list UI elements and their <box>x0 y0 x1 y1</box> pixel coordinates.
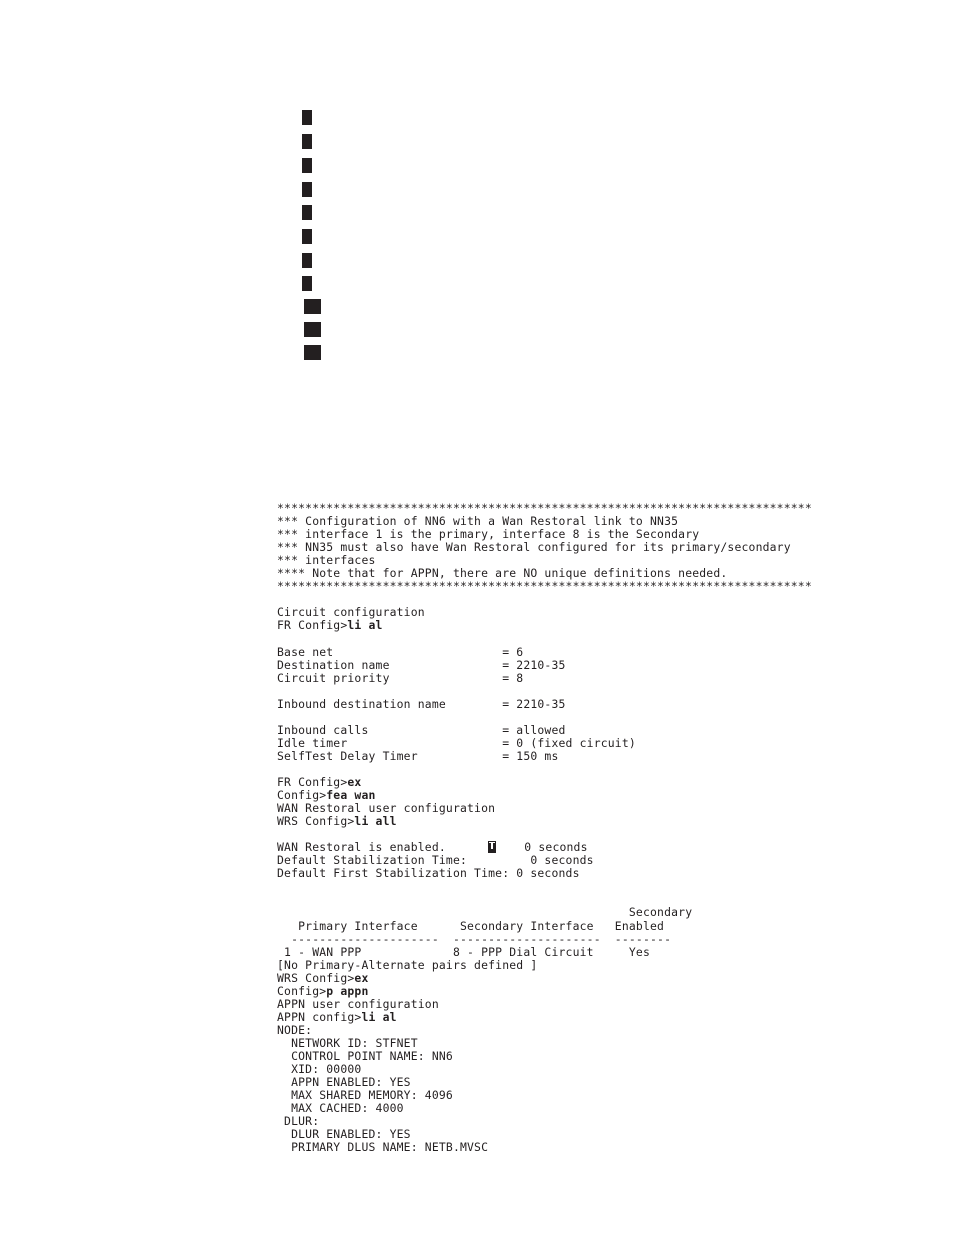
terminal-output-line: Idle timer = 0 (fixed circuit) <box>277 735 636 750</box>
terminal-output-line: [No Primary-Alternate pairs defined ] <box>277 957 538 972</box>
terminal-output-listing: ****************************************… <box>277 501 897 1155</box>
scan-artifact-block-icon <box>488 841 497 854</box>
terminal-prompt: WRS Config> <box>277 814 355 829</box>
terminal-text-trailing: 0 seconds <box>496 840 588 855</box>
terminal-typed-command: li al <box>361 1009 397 1024</box>
terminal-typed-command: fea wan <box>326 788 376 803</box>
scan-marker-block <box>302 158 312 173</box>
terminal-prompt: FR Config> <box>277 774 348 789</box>
terminal-prompt: FR Config> <box>277 618 348 633</box>
terminal-output-line: CONTROL POINT NAME: NN6 <box>277 1048 453 1063</box>
scan-marker-block <box>302 110 312 125</box>
terminal-command-line: WRS Config>ex <box>277 970 897 985</box>
terminal-output-line: --------------------- ------------------… <box>277 931 672 946</box>
terminal-typed-command: ex <box>354 970 369 985</box>
scan-marker-block <box>304 299 321 314</box>
terminal-output-line: Primary Interface Secondary Interface En… <box>277 918 665 933</box>
terminal-output-line: Destination name = 2210-35 <box>277 657 566 672</box>
terminal-output-line: Inbound calls = allowed <box>277 722 566 737</box>
scan-marker-block <box>302 229 312 244</box>
scan-marker-block <box>304 322 321 337</box>
terminal-typed-command: li al <box>347 618 383 633</box>
terminal-output-line: NODE: <box>277 1022 313 1037</box>
scan-marker-block <box>302 134 312 149</box>
terminal-typed-command: li all <box>354 814 397 829</box>
terminal-output-line: Circuit priority = 8 <box>277 670 524 685</box>
terminal-output-line: Inbound destination name = 2210-35 <box>277 696 566 711</box>
terminal-prompt: Config> <box>277 788 327 803</box>
terminal-prompt: Config> <box>277 983 327 998</box>
terminal-output-line: 1 - WAN PPP 8 - PPP Dial Circuit Yes <box>277 944 650 959</box>
terminal-command-line: FR Config>li al <box>277 619 897 632</box>
terminal-command-line: Config>p appn <box>277 983 897 998</box>
terminal-output-line: MAX CACHED: 4000 <box>277 1101 404 1116</box>
scan-marker-block <box>304 345 321 360</box>
scan-marker-block <box>302 276 312 291</box>
terminal-output-line: Default First Stabilization Time: 0 seco… <box>277 866 580 881</box>
terminal-output-line: SelfTest Delay Timer = 150 ms <box>277 748 559 763</box>
scan-marker-block <box>302 253 312 268</box>
scan-marker-column <box>0 0 954 400</box>
terminal-output-line: PRIMARY DLUS NAME: NETB.MVSC <box>277 1140 489 1155</box>
terminal-output-line: ****************************************… <box>277 579 812 594</box>
terminal-text: WAN Restoral is enabled. <box>277 840 489 855</box>
terminal-output-line: NETWORK ID: STFNET <box>277 1035 418 1050</box>
terminal-command-line: WRS Config>li all <box>277 815 897 828</box>
terminal-prompt: APPN config> <box>277 1009 362 1024</box>
terminal-typed-command: p appn <box>326 983 369 998</box>
terminal-command-line: APPN config>li al <box>277 1009 897 1024</box>
terminal-output-line: Base net = 6 <box>277 644 524 659</box>
scan-marker-block <box>302 205 312 220</box>
terminal-typed-command: ex <box>347 774 362 789</box>
scan-marker-block <box>302 182 312 197</box>
terminal-output-line: Secondary <box>277 905 693 920</box>
terminal-prompt: WRS Config> <box>277 970 355 985</box>
